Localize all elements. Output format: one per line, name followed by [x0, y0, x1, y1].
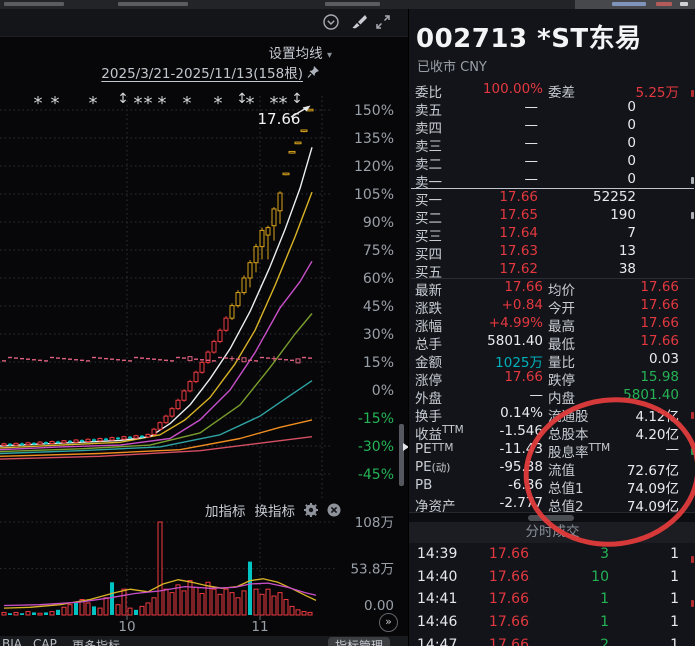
- fullscreen-icon[interactable]: [374, 13, 392, 31]
- svg-text:-15%: -15%: [358, 411, 394, 427]
- ask-row[interactable]: 卖四 —0: [409, 116, 695, 137]
- clipped-browser-tab-strip: [0, 0, 695, 9]
- svg-text:*: *: [246, 93, 255, 114]
- stat-row: 总手 5801.40 最低 17.66: [415, 333, 679, 353]
- svg-text:-30%: -30%: [358, 439, 394, 455]
- stock-app-window: 设置均线 ▾ 2025/3/21-2025/11/13(158根) 150% 13…: [0, 0, 695, 646]
- ask-row[interactable]: 卖二 —0: [409, 152, 695, 173]
- svg-text:*: *: [214, 93, 223, 114]
- bid-row[interactable]: 买三 17.64 7: [409, 224, 695, 245]
- bid-row[interactable]: 买二 17.65 190: [409, 206, 695, 227]
- svg-text:*: *: [51, 93, 60, 114]
- stat-row: PB -6.36 总值1 74.09亿: [415, 477, 679, 497]
- svg-text:*: *: [134, 93, 143, 114]
- indicator-tab-bar: BIA CAP 更多指标 指标管理: [0, 636, 408, 646]
- stock-title: 002713 *ST东易: [416, 18, 642, 55]
- svg-text:135%: 135%: [354, 131, 394, 147]
- ask-row[interactable]: 卖三 —0: [409, 134, 695, 155]
- ask-row[interactable]: 卖五 —0: [409, 98, 695, 119]
- svg-text:45%: 45%: [363, 299, 394, 315]
- svg-text:53.8万: 53.8万: [350, 562, 394, 578]
- svg-text:11: 11: [251, 619, 268, 635]
- refresh-interval-icon[interactable]: [322, 13, 340, 31]
- main-kline-chart[interactable]: 150% 135% 120% 105% 90% 75% 60% 45% 30% 15% 0% -15%…: [0, 36, 408, 498]
- tape-row: 14:40 17.66 10 1: [417, 568, 679, 585]
- svg-text:90%: 90%: [363, 215, 394, 231]
- panel-hscrollbar-thumb[interactable]: [528, 515, 574, 521]
- svg-text:30%: 30%: [363, 327, 394, 343]
- market-status: 已收市 CNY: [417, 60, 487, 75]
- indicator-manage-button[interactable]: 指标管理: [328, 637, 390, 646]
- tape-row: 14:41 17.66 1 1: [417, 591, 679, 608]
- svg-text:*: *: [89, 93, 98, 114]
- last-price-label: 17.66: [258, 110, 301, 128]
- edge-clipped-content: [691, 212, 694, 219]
- bid-row[interactable]: 买五 17.62 38: [409, 260, 695, 281]
- svg-text:↕: ↕: [291, 91, 303, 107]
- ask-row[interactable]: 卖一 —0: [409, 170, 695, 191]
- stock-name: *ST东易: [537, 24, 642, 54]
- tape-row: 14:47 17.66 2 1: [417, 636, 679, 646]
- svg-text:*: *: [158, 93, 167, 114]
- stat-row: PE TTM -11.43 股息率 TTM —: [415, 441, 679, 461]
- svg-text:150%: 150%: [354, 103, 394, 119]
- stat-row: 涨停 17.66 跌停 15.98: [415, 369, 679, 389]
- svg-text:60%: 60%: [363, 271, 394, 287]
- bid-stats-divider: [411, 278, 694, 279]
- svg-text:↕: ↕: [117, 91, 129, 107]
- indicator-tab[interactable]: BIA: [2, 637, 22, 646]
- edge-clipped-content: [691, 412, 694, 419]
- svg-text:15%: 15%: [363, 355, 394, 371]
- chart-toolbar: [0, 9, 408, 37]
- svg-text:0.00: 0.00: [364, 598, 394, 614]
- svg-text:108万: 108万: [355, 515, 394, 531]
- quote-panel: 002713 *ST东易 已收市 CNY 委比 100.00% 委差 5.25万 卖五 —…: [408, 9, 695, 646]
- edge-clipped-content: [691, 600, 694, 607]
- svg-text:0%: 0%: [372, 383, 394, 399]
- chart-scrollbar-thumb[interactable]: [399, 424, 404, 486]
- svg-text:-45%: -45%: [358, 467, 394, 483]
- svg-text:10: 10: [118, 619, 135, 635]
- stat-row: 换手 0.14% 流通股 4.12亿: [415, 405, 679, 425]
- volume-pane-chart[interactable]: 108万 53.8万 0.00 10 11: [0, 498, 408, 636]
- edge-clipped-content: [691, 556, 694, 563]
- svg-text:75%: 75%: [363, 243, 394, 259]
- edge-clipped-content: [691, 448, 694, 455]
- tape-list: 14:39 17.66 3 1 14:40 17.66 10 1 14:41 17.66 1 1 14:…: [409, 543, 695, 646]
- tape-row: 14:39 17.66 3 1: [417, 546, 679, 562]
- bid-row[interactable]: 买一 17.66 52252: [409, 188, 695, 209]
- stat-row: 净资产 -2.777 总值2 74.09亿: [415, 495, 679, 515]
- stat-row: 最新 17.66 均价 17.66: [415, 279, 679, 299]
- svg-text:120%: 120%: [354, 159, 394, 175]
- stat-row: 金额 1025万 量比 0.03: [415, 351, 679, 371]
- tape-header: 分时成交: [409, 522, 695, 543]
- stat-row: PE (动) -95.38 流值 72.67亿: [415, 459, 679, 479]
- expand-more-button[interactable]: »: [379, 613, 398, 632]
- stat-row: 涨跌 +0.84 今开 17.66: [415, 297, 679, 317]
- edge-clipped-content: [691, 90, 694, 97]
- stat-row: 涨幅 +4.99% 最高 17.66: [415, 315, 679, 335]
- svg-text:*: *: [34, 93, 43, 114]
- svg-text:*: *: [183, 93, 192, 114]
- weibi-row: 委比 100.00% 委差 5.25万: [415, 81, 679, 101]
- stat-row: 外盘 — 内盘 5801.40: [415, 387, 679, 407]
- stock-code: 002713: [416, 24, 528, 54]
- svg-text:105%: 105%: [354, 187, 394, 203]
- tape-row: 14:46 17.66 1 1: [417, 614, 679, 631]
- orderbook-divider: [411, 188, 694, 189]
- brush-draw-icon[interactable]: [350, 13, 368, 31]
- svg-text:*: *: [144, 93, 153, 114]
- indicator-tab[interactable]: 更多指标: [72, 637, 120, 646]
- indicator-tab[interactable]: CAP: [33, 637, 57, 646]
- stat-row: 收益 TTM -1.546 总股本 4.20亿: [415, 423, 679, 443]
- bid-row[interactable]: 买四 17.63 13: [409, 242, 695, 263]
- edge-clipped-content: [691, 177, 694, 184]
